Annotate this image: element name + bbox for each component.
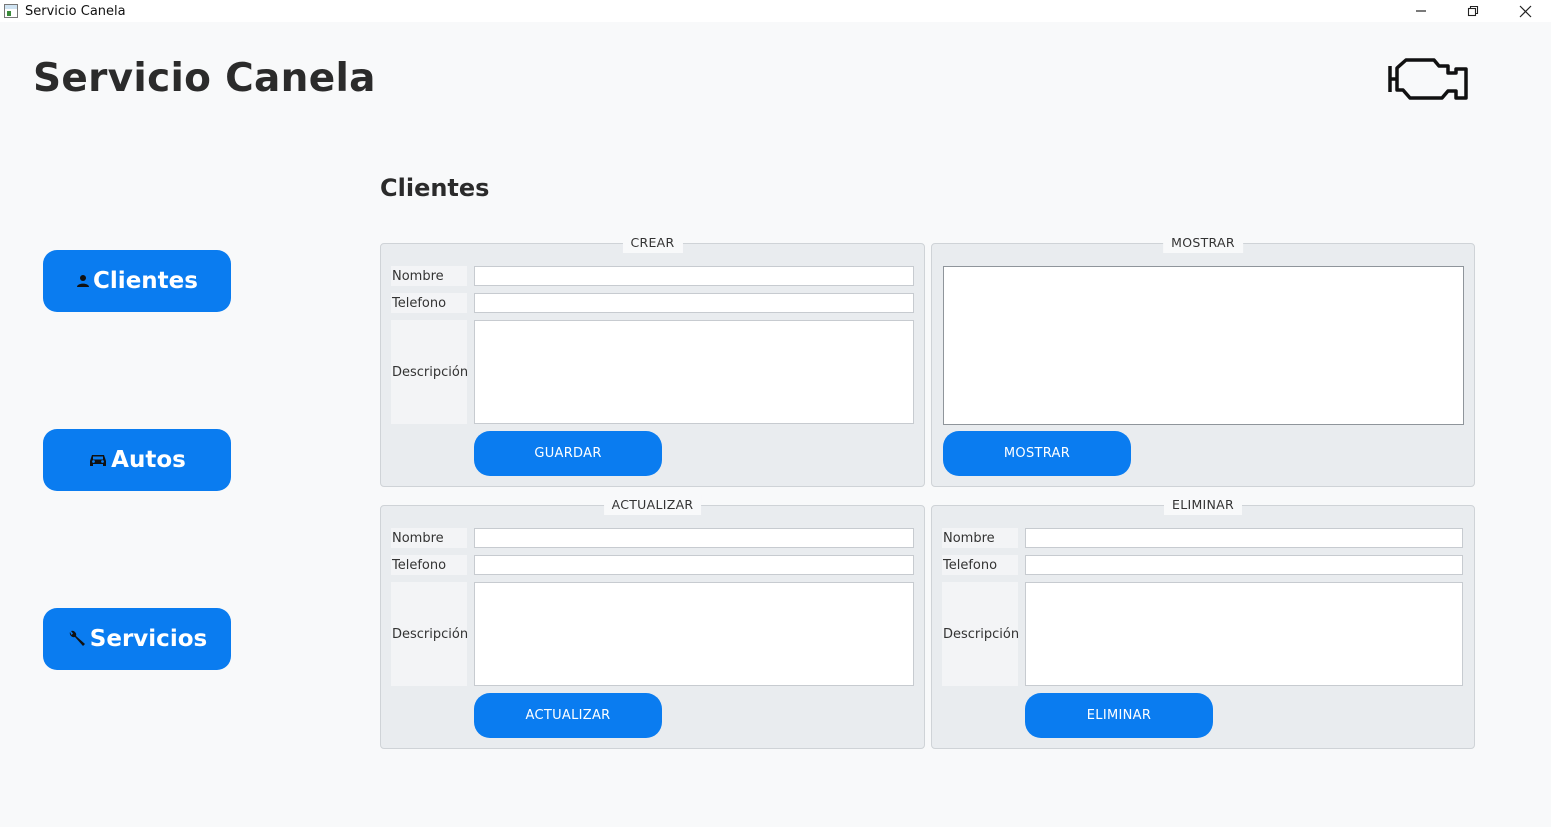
window-controls — [1395, 0, 1551, 22]
car-icon — [88, 452, 108, 468]
panel-crear: CREAR Nombre Telefono Descripción GUARDA… — [380, 233, 925, 487]
panel-actualizar: ACTUALIZAR Nombre Telefono Descripción A… — [380, 495, 925, 749]
mostrar-display-area[interactable] — [943, 266, 1464, 425]
nav-autos-button[interactable]: Autos — [43, 429, 231, 491]
panel-actualizar-legend: ACTUALIZAR — [603, 495, 702, 515]
close-button[interactable] — [1499, 0, 1551, 22]
app-title: Servicio Canela — [33, 56, 376, 101]
actualizar-descripcion-label: Descripción — [391, 582, 468, 686]
wrench-icon — [67, 629, 87, 649]
actualizar-telefono-label: Telefono — [391, 555, 467, 575]
eliminar-nombre-input[interactable] — [1025, 528, 1463, 548]
panel-mostrar: MOSTRAR MOSTRAR — [931, 233, 1475, 487]
panel-eliminar-legend: ELIMINAR — [1163, 495, 1243, 515]
minimize-button[interactable] — [1395, 0, 1447, 22]
person-icon — [76, 274, 90, 288]
actualizar-nombre-input[interactable] — [474, 528, 914, 548]
window-titlebar[interactable]: Servicio Canela — [0, 0, 1551, 22]
nav-clientes-label: Clientes — [93, 268, 198, 294]
eliminar-button[interactable]: ELIMINAR — [1025, 693, 1213, 738]
crear-descripcion-label: Descripción — [391, 320, 468, 424]
mostrar-button[interactable]: MOSTRAR — [943, 431, 1131, 476]
eliminar-nombre-label: Nombre — [942, 528, 1018, 548]
crear-descripcion-textarea[interactable] — [474, 320, 914, 424]
nav-servicios-button[interactable]: Servicios — [43, 608, 231, 670]
panel-crear-legend: CREAR — [622, 233, 683, 253]
restore-icon — [1467, 5, 1479, 17]
actualizar-telefono-input[interactable] — [474, 555, 914, 575]
crear-nombre-label: Nombre — [391, 266, 467, 286]
restore-button[interactable] — [1447, 0, 1499, 22]
nav-clientes-button[interactable]: Clientes — [43, 250, 231, 312]
engine-icon — [1388, 58, 1468, 100]
panel-mostrar-legend: MOSTRAR — [1163, 233, 1243, 253]
eliminar-descripcion-label: Descripción — [942, 582, 1019, 686]
minimize-icon — [1416, 10, 1426, 12]
crear-telefono-label: Telefono — [391, 293, 467, 313]
nav-autos-label: Autos — [111, 447, 186, 473]
panel-eliminar: ELIMINAR Nombre Telefono Descripción ELI… — [931, 495, 1475, 749]
window-title: Servicio Canela — [25, 3, 126, 19]
guardar-button[interactable]: GUARDAR — [474, 431, 662, 476]
actualizar-button[interactable]: ACTUALIZAR — [474, 693, 662, 738]
nav-servicios-label: Servicios — [89, 626, 208, 652]
crear-telefono-input[interactable] — [474, 293, 914, 313]
app-window-icon — [4, 4, 18, 18]
crear-nombre-input[interactable] — [474, 266, 914, 286]
eliminar-descripcion-textarea[interactable] — [1025, 582, 1463, 686]
actualizar-descripcion-textarea[interactable] — [474, 582, 914, 686]
close-icon — [1519, 5, 1531, 17]
eliminar-telefono-label: Telefono — [942, 555, 1018, 575]
eliminar-telefono-input[interactable] — [1025, 555, 1463, 575]
section-title: Clientes — [380, 174, 490, 202]
actualizar-nombre-label: Nombre — [391, 528, 467, 548]
